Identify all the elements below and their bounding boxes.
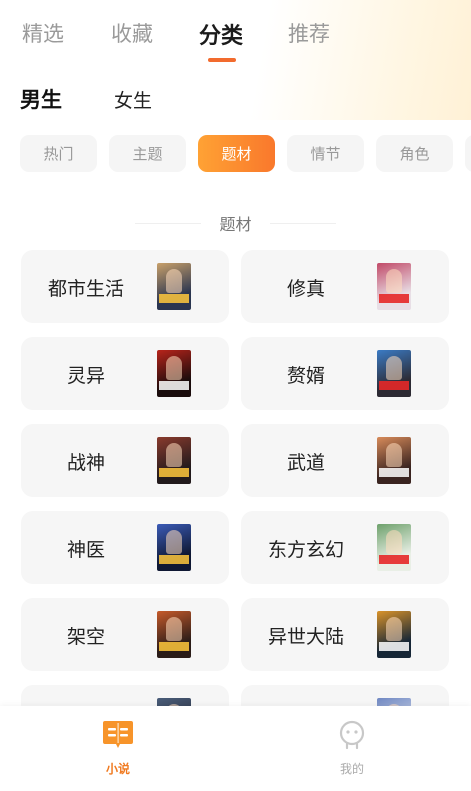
category-card[interactable]: 武道 [241, 424, 449, 497]
book-cover-thumbnail [377, 611, 411, 658]
book-cover-thumbnail [157, 611, 191, 658]
category-card[interactable]: 架空 [21, 598, 229, 671]
category-name: 神医 [66, 539, 105, 561]
bottom-nav-bar: 小说 我的 [0, 706, 471, 791]
chip-genre[interactable]: 题材 [198, 135, 275, 172]
cover-figure [386, 530, 402, 554]
nav-novel[interactable]: 小说 [88, 720, 148, 777]
cover-figure [166, 530, 182, 554]
tab-favorites[interactable]: 收藏 [111, 18, 153, 48]
category-name: 修真 [286, 278, 325, 300]
divider-left [135, 222, 202, 224]
divider-right [269, 222, 336, 224]
cover-title-band [379, 468, 409, 477]
chip-more[interactable] [465, 135, 471, 172]
category-name: 灵异 [66, 365, 105, 387]
tab-recommend[interactable]: 推荐 [288, 18, 330, 48]
cover-figure [166, 617, 182, 641]
chip-theme[interactable]: 主题 [109, 135, 186, 172]
book-cover-thumbnail [377, 524, 411, 571]
nav-novel-label: 小说 [105, 762, 130, 776]
category-name: 赘婿 [286, 365, 325, 387]
category-name: 东方玄幻 [267, 539, 344, 561]
cover-title-band [379, 381, 409, 390]
category-name: 架空 [66, 626, 105, 648]
book-cover-thumbnail [377, 263, 411, 310]
chip-role[interactable]: 角色 [376, 135, 453, 172]
chip-hot[interactable]: 热门 [20, 135, 97, 172]
category-name: 武道 [286, 452, 325, 474]
section-title: 题材 [219, 215, 252, 234]
chip-plot[interactable]: 情节 [287, 135, 364, 172]
profile-icon [339, 720, 365, 750]
category-card[interactable]: 异世大陆 [241, 598, 449, 671]
book-cover-thumbnail [157, 437, 191, 484]
cover-title-band [159, 468, 189, 477]
book-icon [103, 721, 133, 748]
category-card[interactable]: 修真 [241, 250, 449, 323]
cover-title-band [159, 555, 189, 564]
cover-title-band [379, 294, 409, 303]
book-cover-thumbnail [377, 350, 411, 397]
tab-featured[interactable]: 精选 [22, 18, 64, 48]
cover-figure [386, 356, 402, 380]
nav-mine-label: 我的 [339, 762, 364, 776]
cover-title-band [379, 555, 409, 564]
category-name: 战神 [66, 452, 105, 474]
filter-chip-row: 热门 主题 题材 情节 角色 [0, 135, 471, 173]
category-card[interactable]: 战神 [21, 424, 229, 497]
category-name: 异世大陆 [267, 626, 344, 648]
cover-figure [386, 617, 402, 641]
book-cover-thumbnail [157, 263, 191, 310]
cover-title-band [159, 381, 189, 390]
book-cover-thumbnail [157, 350, 191, 397]
category-card[interactable]: 赘婿 [241, 337, 449, 410]
cover-figure [386, 443, 402, 467]
category-card[interactable]: 灵异 [21, 337, 229, 410]
category-card[interactable]: 东方玄幻 [241, 511, 449, 584]
category-card[interactable]: 神医 [21, 511, 229, 584]
cover-figure [166, 443, 182, 467]
active-tab-indicator [208, 58, 236, 62]
book-cover-thumbnail [377, 437, 411, 484]
cover-figure [166, 356, 182, 380]
gender-tab-female[interactable]: 女生 [114, 86, 152, 113]
cover-title-band [379, 642, 409, 651]
tab-categories[interactable]: 分类 [199, 18, 243, 50]
nav-mine[interactable]: 我的 [322, 720, 382, 777]
cover-title-band [159, 642, 189, 651]
cover-title-band [159, 294, 189, 303]
section-header: 题材 [0, 212, 471, 234]
cover-figure [166, 269, 182, 293]
gender-tab-male[interactable]: 男生 [20, 84, 62, 114]
category-name: 都市生活 [47, 278, 124, 300]
category-card[interactable]: 都市生活 [21, 250, 229, 323]
book-cover-thumbnail [157, 524, 191, 571]
cover-figure [386, 269, 402, 293]
